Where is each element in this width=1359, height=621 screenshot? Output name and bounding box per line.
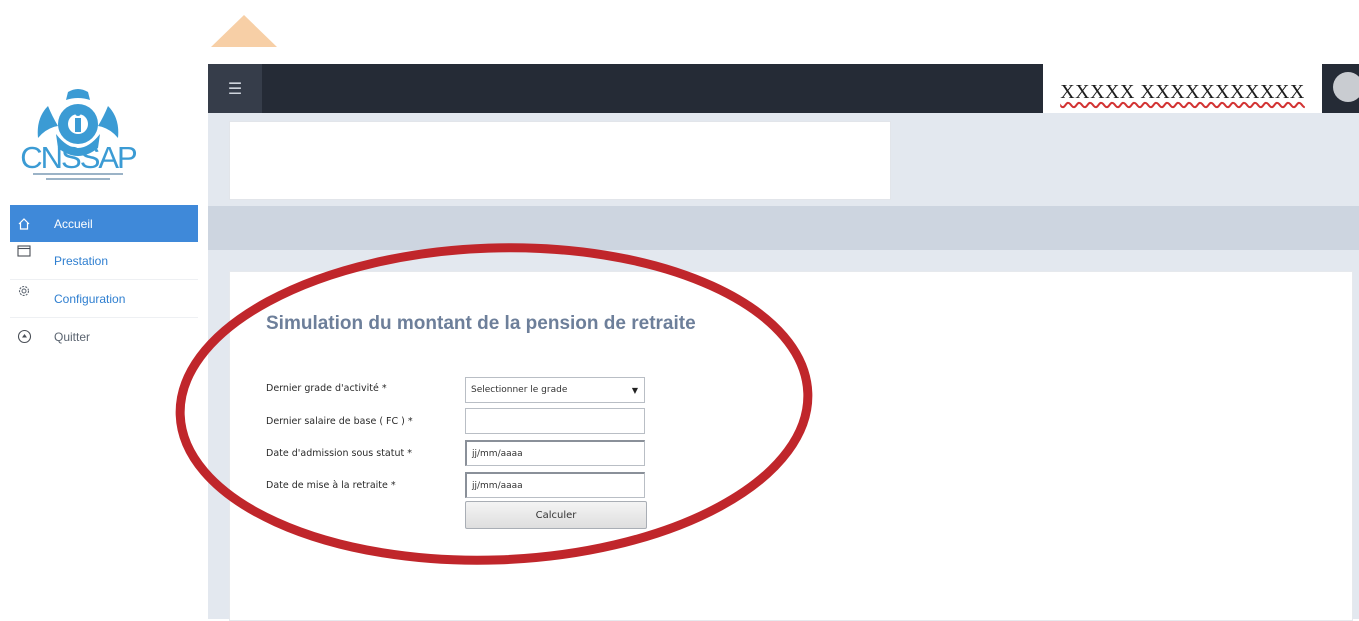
field-label-retirement-date: Date de mise à la retraite * bbox=[266, 480, 396, 491]
avatar[interactable] bbox=[1333, 72, 1359, 102]
hamburger-icon: ☰ bbox=[227, 79, 243, 98]
field-label-admission-date: Date d'admission sous statut * bbox=[266, 448, 412, 459]
logo-subtitle-decoration bbox=[33, 173, 123, 180]
sidebar-item-accueil[interactable]: Accueil bbox=[10, 205, 198, 242]
field-label-salary: Dernier salaire de base ( FC ) * bbox=[266, 416, 413, 427]
sidebar-nav: Accueil Prestation Configuration Quitter bbox=[10, 205, 198, 355]
sidebar-item-label: Prestation bbox=[54, 253, 109, 268]
field-label-grade: Dernier grade d'activité * bbox=[266, 383, 387, 394]
logo-text: CNSSAP bbox=[20, 140, 137, 175]
calculer-button[interactable]: Calculer bbox=[465, 501, 647, 529]
user-name-box[interactable]: XXXXX XXXXXXXXXXX bbox=[1043, 64, 1322, 120]
sidebar-item-label: Configuration bbox=[54, 291, 126, 306]
admission-date-value: jj/mm/aaaa bbox=[472, 448, 523, 459]
sidebar-item-configuration[interactable]: Configuration bbox=[10, 280, 198, 318]
sidebar-item-label: Accueil bbox=[54, 216, 93, 231]
sidebar: CNSSAP Accueil Prestation Configuration bbox=[0, 64, 200, 619]
chevron-down-icon: ▼ bbox=[631, 385, 638, 395]
page-title: Simulation du montant de la pension de r… bbox=[266, 313, 696, 334]
window-icon bbox=[10, 245, 38, 257]
user-name: XXXXX XXXXXXXXXXX bbox=[1060, 80, 1305, 103]
retirement-date-input[interactable]: jj/mm/aaaa bbox=[465, 472, 645, 498]
admission-date-input[interactable]: jj/mm/aaaa bbox=[465, 440, 645, 466]
retirement-date-value: jj/mm/aaaa bbox=[472, 480, 523, 491]
grade-select-value: Selectionner le grade bbox=[471, 385, 568, 395]
menu-toggle-button[interactable]: ☰ bbox=[208, 64, 262, 113]
salary-input[interactable] bbox=[465, 408, 645, 434]
page-header-box bbox=[229, 121, 891, 200]
sidebar-item-prestation[interactable]: Prestation bbox=[10, 242, 198, 280]
sidebar-item-label: Quitter bbox=[54, 329, 91, 344]
section-band bbox=[208, 206, 1359, 250]
decorative-triangle bbox=[211, 15, 277, 47]
home-icon bbox=[10, 217, 38, 231]
grade-select[interactable]: Selectionner le grade ▼ bbox=[465, 377, 645, 403]
exit-icon bbox=[10, 329, 38, 344]
sidebar-item-quitter[interactable]: Quitter bbox=[10, 318, 198, 355]
gear-icon bbox=[10, 284, 38, 298]
